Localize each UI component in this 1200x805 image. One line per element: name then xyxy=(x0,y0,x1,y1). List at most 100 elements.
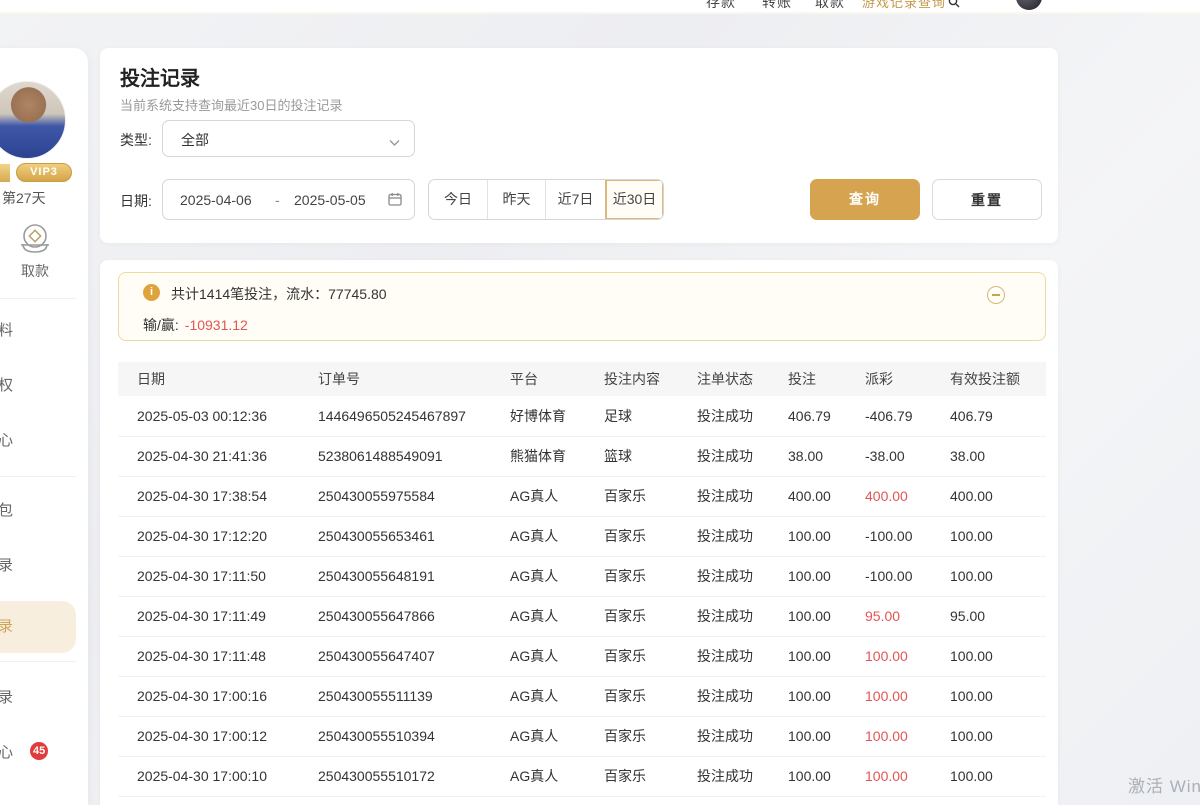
cell-content: 百家乐 xyxy=(604,596,697,636)
cell-payout: 100.00 xyxy=(865,636,950,676)
table-row: 2025-04-30 17:12:20250430055653461AG真人百家… xyxy=(118,516,1046,556)
type-select[interactable]: 全部 xyxy=(162,120,415,157)
cell-status: 投注成功 xyxy=(697,596,788,636)
cell-platform: AG真人 xyxy=(510,556,604,596)
sidebar-item-bet-records-active[interactable]: 录 xyxy=(0,617,13,637)
cell-payout: 100.00 xyxy=(865,756,950,796)
sidebar-item-other-records[interactable]: 录 xyxy=(0,688,13,708)
cell-status: 投注成功 xyxy=(697,396,788,436)
cell-bet: 100.00 xyxy=(788,556,865,596)
user-avatar-small[interactable] xyxy=(1016,0,1042,10)
cell-bet: 100.00 xyxy=(788,756,865,796)
cell-bet: 100.00 xyxy=(788,516,865,556)
sidebar-item-wallet[interactable]: 包 xyxy=(0,501,13,521)
cell-order: 250430055975584 xyxy=(318,476,510,516)
cell-bet: 100.00 xyxy=(788,676,865,716)
cell-content: 足球 xyxy=(604,396,697,436)
cell-valid: 400.00 xyxy=(950,476,1046,516)
quick-range-7days[interactable]: 近7日 xyxy=(545,180,605,219)
nav-item-withdraw[interactable]: 取款 xyxy=(815,0,845,12)
type-filter-label: 类型: xyxy=(120,130,152,150)
table-row: 2025-04-30 17:00:16250430055511139AG真人百家… xyxy=(118,676,1046,716)
cell-date: 2025-04-30 17:00:10 xyxy=(118,756,318,796)
cell-bet: 100.00 xyxy=(788,636,865,676)
membership-day-text: 第27天 xyxy=(2,188,46,208)
records-table-wrap: 日期订单号平台投注内容注单状态投注派彩有效投注额 2025-05-03 00:1… xyxy=(118,362,1046,797)
table-row: 2025-04-30 17:11:50250430055648191AG真人百家… xyxy=(118,556,1046,596)
cell-bet: 406.79 xyxy=(788,396,865,436)
cell-payout: 100.00 xyxy=(865,676,950,716)
sidebar: VIP3 第27天 取款 料 权 心 包 录 录 录 心 45 xyxy=(0,48,88,805)
cell-order: 250430055653461 xyxy=(318,516,510,556)
cell-order: 250430055511139 xyxy=(318,676,510,716)
cell-valid: 100.00 xyxy=(950,676,1046,716)
cell-date: 2025-04-30 17:12:20 xyxy=(118,516,318,556)
cell-date: 2025-04-30 21:41:36 xyxy=(118,436,318,476)
cell-payout: 400.00 xyxy=(865,476,950,516)
sidebar-item-privileges[interactable]: 权 xyxy=(0,376,13,396)
cell-status: 投注成功 xyxy=(697,556,788,596)
column-header: 日期 xyxy=(118,362,318,396)
column-header: 投注内容 xyxy=(604,362,697,396)
cell-order: 1446496505245467897 xyxy=(318,396,510,436)
quick-range-today[interactable]: 今日 xyxy=(429,180,487,219)
cell-status: 投注成功 xyxy=(697,716,788,756)
search-button[interactable]: 查询 xyxy=(810,179,920,220)
cell-order: 250430055647866 xyxy=(318,596,510,636)
cell-valid: 38.00 xyxy=(950,436,1046,476)
quick-range-yesterday[interactable]: 昨天 xyxy=(487,180,545,219)
records-card: i 共计1414笔投注，流水：77745.80 输/赢:-10931.12 日期… xyxy=(100,260,1058,805)
cell-status: 投注成功 xyxy=(697,636,788,676)
nav-item-deposit[interactable]: 存款 xyxy=(706,0,736,12)
cell-content: 百家乐 xyxy=(604,556,697,596)
cell-payout: 100.00 xyxy=(865,716,950,756)
cell-platform: 好博体育 xyxy=(510,396,604,436)
column-header: 派彩 xyxy=(865,362,950,396)
cell-status: 投注成功 xyxy=(697,676,788,716)
cell-platform: AG真人 xyxy=(510,596,604,636)
cell-platform: AG真人 xyxy=(510,676,604,716)
column-header: 平台 xyxy=(510,362,604,396)
sidebar-divider xyxy=(0,298,76,299)
reset-button[interactable]: 重置 xyxy=(932,179,1042,220)
winloss-value: -10931.12 xyxy=(185,317,248,333)
nav-item-transfer[interactable]: 转账 xyxy=(762,0,792,12)
cell-platform: AG真人 xyxy=(510,716,604,756)
date-range-input[interactable]: 2025-04-06 - 2025-05-05 xyxy=(162,179,415,220)
user-avatar[interactable] xyxy=(0,81,66,159)
cell-date: 2025-04-30 17:11:50 xyxy=(118,556,318,596)
cell-status: 投注成功 xyxy=(697,516,788,556)
nav-item-records-search[interactable]: 游戏记录查询 xyxy=(862,0,946,11)
quick-range-30days[interactable]: 近30日 xyxy=(605,180,663,219)
cell-date: 2025-05-03 00:12:36 xyxy=(118,396,318,436)
withdraw-icon[interactable] xyxy=(15,220,55,260)
table-row: 2025-04-30 17:11:48250430055647407AG真人百家… xyxy=(118,636,1046,676)
cell-payout: -38.00 xyxy=(865,436,950,476)
column-header: 注单状态 xyxy=(697,362,788,396)
cell-platform: AG真人 xyxy=(510,476,604,516)
cell-valid: 100.00 xyxy=(950,636,1046,676)
date-filter-label: 日期: xyxy=(120,191,152,211)
winloss-label: 输/赢: xyxy=(143,317,179,333)
cell-payout: -100.00 xyxy=(865,516,950,556)
cell-valid: 100.00 xyxy=(950,716,1046,756)
sidebar-item-profile[interactable]: 料 xyxy=(0,321,13,341)
cell-bet: 100.00 xyxy=(788,596,865,636)
sidebar-item-transaction-records[interactable]: 录 xyxy=(0,556,13,576)
date-end-value: 2025-05-05 xyxy=(294,192,366,208)
cell-platform: AG真人 xyxy=(510,756,604,796)
sidebar-item-message-center[interactable]: 心 xyxy=(0,743,13,763)
vip-medal-icon xyxy=(0,164,10,182)
cell-valid: 406.79 xyxy=(950,396,1046,436)
sidebar-item-security-center[interactable]: 心 xyxy=(0,431,13,451)
search-icon[interactable] xyxy=(948,0,960,13)
cell-bet: 400.00 xyxy=(788,476,865,516)
collapse-minus-icon[interactable] xyxy=(987,286,1005,304)
vip-badge: VIP3 xyxy=(16,163,72,182)
withdraw-label[interactable]: 取款 xyxy=(13,261,57,281)
cell-status: 投注成功 xyxy=(697,476,788,516)
table-row: 2025-04-30 17:11:49250430055647866AG真人百家… xyxy=(118,596,1046,636)
cell-content: 百家乐 xyxy=(604,716,697,756)
activate-windows-watermark: 激活 Win xyxy=(1128,772,1200,797)
cell-content: 百家乐 xyxy=(604,636,697,676)
